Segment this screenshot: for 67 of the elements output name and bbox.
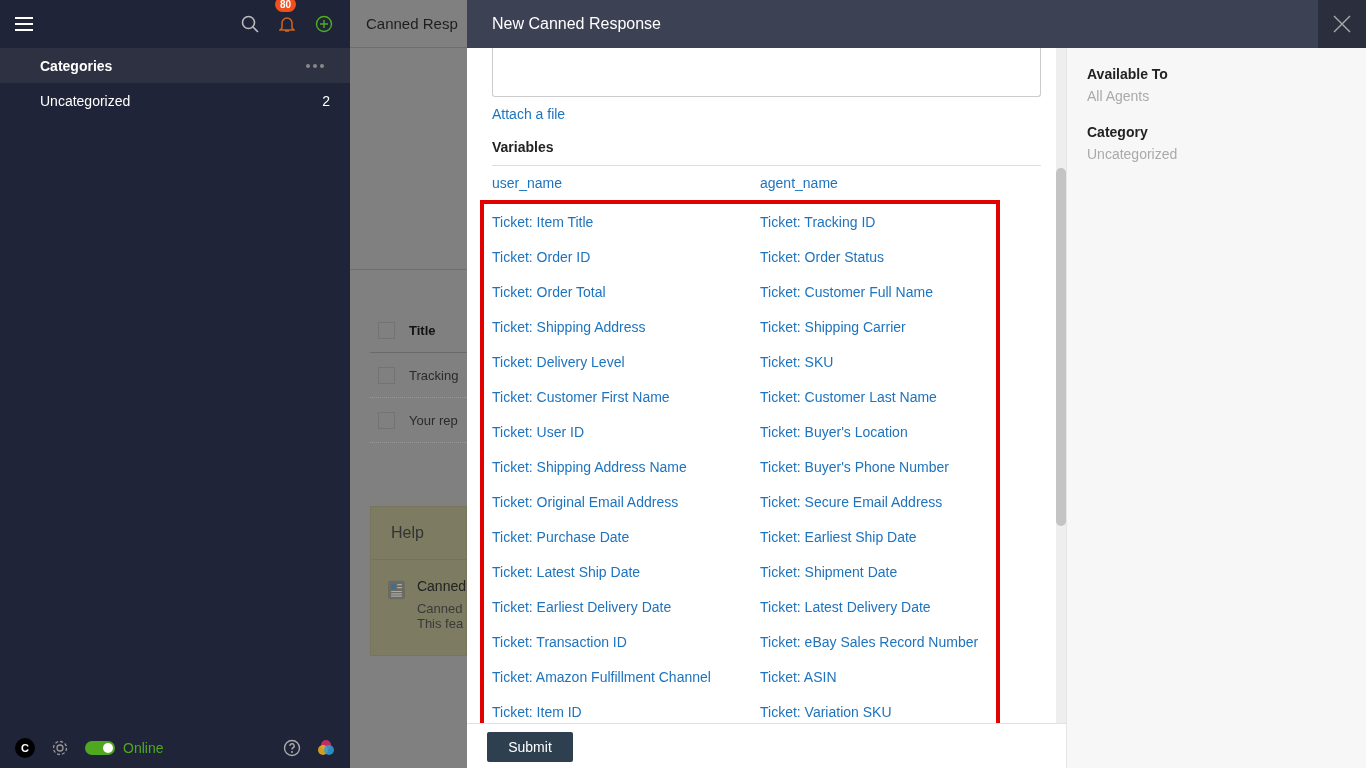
- variable-link[interactable]: Ticket: Shipping Carrier: [760, 318, 996, 335]
- close-icon: [1333, 15, 1351, 33]
- variable-link[interactable]: Ticket: Customer Last Name: [760, 388, 996, 405]
- variable-link[interactable]: user_name: [492, 175, 760, 191]
- variable-link[interactable]: agent_name: [760, 175, 1031, 191]
- help-item-title: Canned: [416, 578, 466, 594]
- detail-label: Category: [1087, 124, 1149, 140]
- variable-link[interactable]: Ticket: Order ID: [492, 248, 760, 265]
- dialog-title: New Canned Response: [491, 15, 661, 33]
- variable-link[interactable]: Ticket: Amazon Fulfillment Channel: [492, 668, 760, 685]
- variable-link[interactable]: Ticket: Tracking ID: [760, 213, 996, 230]
- variable-link[interactable]: Ticket: Order Total: [492, 283, 760, 300]
- section-title: Variables: [492, 139, 554, 155]
- scrollbar[interactable]: [1056, 48, 1066, 723]
- category-item[interactable]: Uncategorized 2: [0, 83, 350, 118]
- variable-link[interactable]: Ticket: Customer First Name: [492, 388, 760, 405]
- variable-link[interactable]: Ticket: Delivery Level: [492, 353, 760, 370]
- attach-file-link[interactable]: Attach a file: [492, 104, 1031, 124]
- close-button[interactable]: [1318, 0, 1366, 48]
- status-label: Online: [123, 740, 164, 756]
- more-icon[interactable]: [306, 63, 324, 68]
- status-toggle[interactable]: [85, 741, 115, 755]
- search-icon[interactable]: [241, 15, 259, 33]
- variable-link[interactable]: Ticket: Transaction ID: [492, 633, 760, 650]
- variable-link[interactable]: Ticket: ASIN: [760, 668, 996, 685]
- variable-link[interactable]: Ticket: Earliest Delivery Date: [492, 598, 760, 615]
- detail-value: Uncategorized: [1087, 146, 1179, 162]
- add-icon[interactable]: [315, 15, 333, 33]
- help-icon[interactable]: [283, 739, 301, 757]
- variable-link[interactable]: Ticket: User ID: [492, 423, 760, 440]
- variable-link[interactable]: Ticket: Variation SKU: [760, 703, 996, 720]
- help-title: Help: [391, 524, 424, 542]
- settings-icon[interactable]: [51, 739, 69, 757]
- variable-link[interactable]: Ticket: Purchase Date: [492, 528, 760, 545]
- variable-link[interactable]: Ticket: Shipping Address: [492, 318, 760, 335]
- variable-link[interactable]: Ticket: Earliest Ship Date: [760, 528, 996, 545]
- section-title: Categories: [40, 57, 113, 74]
- logo-icon[interactable]: [317, 739, 335, 757]
- detail-value: All Agents: [1087, 88, 1151, 104]
- variable-link[interactable]: Ticket: Buyer's Location: [760, 423, 996, 440]
- table-cell: Tracking: [409, 367, 459, 383]
- detail-label: Available To: [1087, 66, 1169, 82]
- help-item-text: Canned: [416, 601, 464, 616]
- message-field[interactable]: [492, 48, 1041, 97]
- menu-icon[interactable]: [15, 17, 33, 31]
- variable-link[interactable]: Ticket: Item Title: [492, 213, 760, 230]
- variable-link[interactable]: Ticket: eBay Sales Record Number: [760, 633, 996, 650]
- table-cell: Your rep: [409, 412, 458, 428]
- bell-icon[interactable]: [279, 15, 295, 33]
- variable-link[interactable]: Ticket: Buyer's Phone Number: [760, 458, 996, 475]
- submit-button[interactable]: Submit: [487, 732, 573, 762]
- variable-link[interactable]: Ticket: Item ID: [492, 703, 760, 720]
- column-header: Title: [409, 322, 436, 338]
- variable-link[interactable]: Ticket: SKU: [760, 353, 996, 370]
- avatar[interactable]: C: [15, 738, 35, 758]
- article-icon: [388, 578, 405, 602]
- variable-link[interactable]: Ticket: Shipment Date: [760, 563, 996, 580]
- variable-link[interactable]: Ticket: Customer Full Name: [760, 283, 996, 300]
- variable-link[interactable]: Ticket: Original Email Address: [492, 493, 760, 510]
- variable-link[interactable]: Ticket: Latest Ship Date: [492, 563, 760, 580]
- page-title: Canned Resp: [366, 15, 458, 32]
- help-item-text: This fea: [416, 616, 465, 631]
- variable-link[interactable]: Ticket: Shipping Address Name: [492, 458, 760, 475]
- variable-link[interactable]: Ticket: Secure Email Address: [760, 493, 996, 510]
- variable-link[interactable]: Ticket: Order Status: [760, 248, 996, 265]
- notification-badge: 80: [275, 0, 297, 12]
- variable-link[interactable]: Ticket: Latest Delivery Date: [760, 598, 996, 615]
